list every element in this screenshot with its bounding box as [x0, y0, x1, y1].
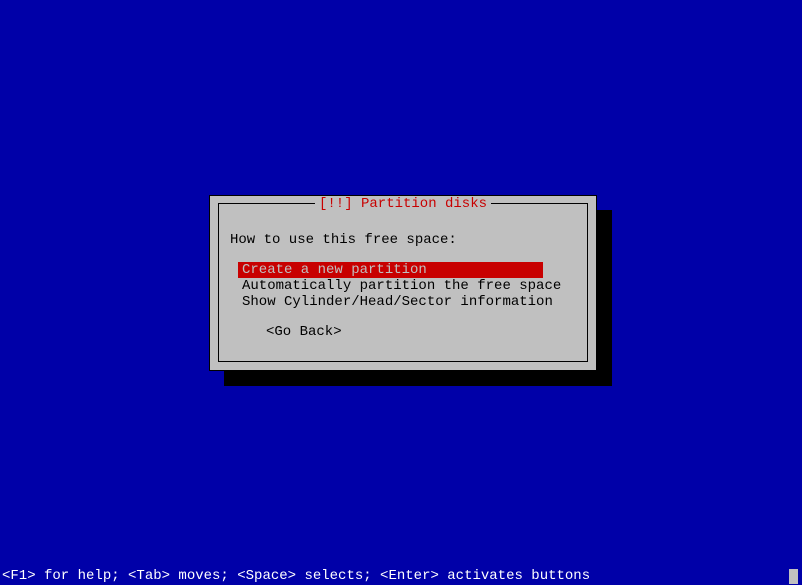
- partition-dialog: [!!] Partition disks How to use this fre…: [209, 195, 597, 371]
- cursor: [789, 569, 798, 584]
- menu-item-show-chs[interactable]: Show Cylinder/Head/Sector information: [238, 294, 582, 310]
- menu-item-auto-partition[interactable]: Automatically partition the free space: [238, 278, 582, 294]
- dialog-content: How to use this free space: Create a new…: [230, 232, 582, 340]
- status-bar: <F1> for help; <Tab> moves; <Space> sele…: [0, 567, 802, 585]
- dialog-prompt: How to use this free space:: [230, 232, 582, 248]
- menu-item-create-partition[interactable]: Create a new partition: [238, 262, 543, 278]
- dialog-title: [!!] Partition disks: [315, 196, 491, 212]
- status-bar-text: <F1> for help; <Tab> moves; <Space> sele…: [2, 568, 590, 584]
- menu: Create a new partition Automatically par…: [238, 262, 582, 310]
- go-back-button[interactable]: <Go Back>: [266, 324, 582, 340]
